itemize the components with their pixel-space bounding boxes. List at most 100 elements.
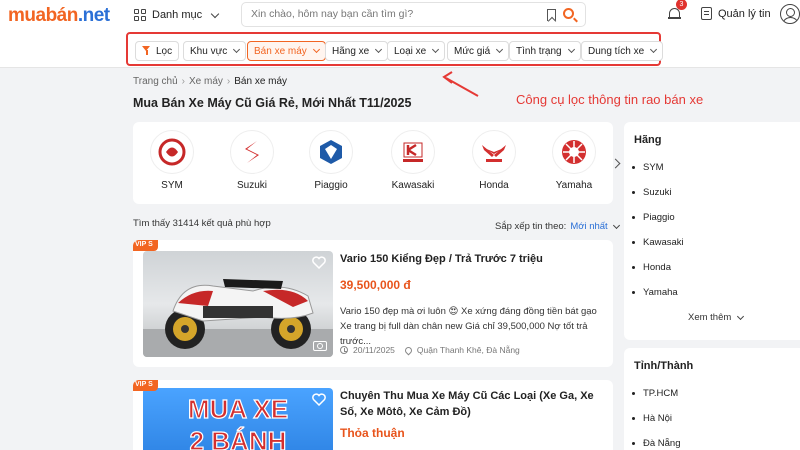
province-filter-item[interactable]: Hà Nội — [632, 406, 681, 431]
brand-filter-list: SYM Suzuki Piaggio Kawasaki Honda Yamaha — [632, 155, 684, 305]
bookmark-icon[interactable] — [547, 9, 556, 21]
vip-badge: VIP S — [133, 380, 158, 391]
see-more-label: Xem thêm — [688, 312, 732, 323]
search-box — [241, 2, 586, 27]
brand-item-honda[interactable]: Honda — [464, 130, 524, 191]
chip-label: Tình trạng — [516, 45, 562, 57]
chip-label: Khu vực — [190, 45, 228, 57]
brand-item-yamaha[interactable]: Yamaha — [544, 130, 604, 191]
chevron-down-icon — [737, 312, 745, 320]
brand-name: Yamaha — [555, 180, 593, 191]
logo-text-main: muabán — [8, 5, 78, 26]
brand-item-kawasaki[interactable]: Kawasaki — [383, 130, 443, 191]
province-filter-panel: Tỉnh/Thành TP.HCM Hà Nội Đà Nẵng — [624, 348, 800, 450]
listing-location: Quận Thanh Khê, Đà Nẵng — [416, 345, 520, 355]
brand-name: SYM — [161, 180, 183, 191]
filter-chip-region[interactable]: Khu vực — [183, 41, 247, 61]
brand-filter-panel: Hãng SYM Suzuki Piaggio Kawasaki Honda Y… — [624, 122, 800, 340]
location-pin-icon — [403, 345, 414, 355]
kawasaki-logo-icon — [391, 130, 435, 174]
category-label: Danh mục — [152, 9, 203, 21]
sort-control[interactable]: Sắp xếp tin theo: Mới nhất — [495, 221, 620, 232]
brand-filter-item[interactable]: Honda — [632, 255, 684, 280]
heart-icon[interactable] — [312, 256, 326, 269]
listing-price: Thỏa thuận — [340, 426, 405, 440]
chip-label: Bán xe máy — [254, 45, 307, 57]
heart-icon[interactable] — [312, 393, 326, 406]
funnel-icon — [142, 46, 151, 56]
camera-icon — [313, 341, 327, 351]
piaggio-logo-icon — [309, 130, 353, 174]
chevron-down-icon — [312, 45, 320, 54]
filter-button[interactable]: Lọc — [135, 41, 180, 61]
breadcrumb-current: Bán xe máy — [234, 76, 288, 87]
listing-title[interactable]: Chuyên Thu Mua Xe Máy Cũ Các Loại (Xe Ga… — [340, 388, 605, 420]
page-title: Mua Bán Xe Máy Cũ Giá Rẻ, Mới Nhất T11/2… — [133, 96, 412, 110]
province-filter-item[interactable]: Đà Nẵng — [632, 431, 681, 450]
top-header: muabán.net Danh mục 3 Quản lý tin Lọc Kh… — [0, 0, 800, 68]
chip-label: Hãng xe — [332, 45, 370, 57]
brand-filter-item[interactable]: Suzuki — [632, 180, 684, 205]
filter-chip-brand[interactable]: Hãng xe — [325, 41, 389, 61]
manage-label: Quản lý tin — [718, 7, 771, 20]
filter-chip-price[interactable]: Mức giá — [447, 41, 510, 61]
chevron-down-icon — [650, 45, 658, 54]
notification-badge: 3 — [676, 0, 687, 10]
listing-meta: 20/11/2025 Quận Thanh Khê, Đà Nẵng — [340, 345, 520, 355]
see-more-button[interactable]: Xem thêm — [688, 312, 745, 323]
chip-label: Dung tích xe — [588, 45, 645, 57]
motorbike-photo — [143, 279, 333, 357]
chevron-down-icon — [496, 45, 504, 54]
search-input[interactable] — [251, 8, 531, 20]
sort-value[interactable]: Mới nhất — [570, 221, 607, 232]
sort-label: Sắp xếp tin theo: — [495, 221, 567, 232]
filter-label: Lọc — [156, 45, 173, 57]
brand-filter-item[interactable]: Yamaha — [632, 280, 684, 305]
province-filter-item[interactable]: TP.HCM — [632, 381, 681, 406]
annotation-arrow-icon — [442, 71, 479, 97]
brand-carousel: SYM Suzuki Piaggio Kawasaki Honda Yamaha — [133, 122, 613, 204]
honda-logo-icon — [472, 130, 516, 174]
brand-name: Honda — [479, 180, 509, 191]
chevron-down-icon — [233, 45, 241, 54]
svg-text:2 BÁNH: 2 BÁNH — [190, 426, 287, 450]
annotation-text: Công cụ lọc thông tin rao bán xe — [516, 92, 704, 107]
chevron-down-icon — [612, 221, 620, 229]
brand-filter-item[interactable]: SYM — [632, 155, 684, 180]
breadcrumb: Trang chủ › Xe máy › Bán xe máy — [133, 76, 288, 87]
brand-item-sym[interactable]: SYM — [142, 130, 202, 191]
avatar[interactable] — [780, 4, 800, 24]
category-menu-button[interactable]: Danh mục — [134, 6, 220, 24]
brand-item-suzuki[interactable]: Suzuki — [222, 130, 282, 191]
listing-card[interactable]: MUA XE 2 BÁNH VIP S Chuyên Thu Mua Xe Má… — [133, 380, 613, 450]
search-icon[interactable] — [563, 8, 574, 19]
buy-bike-banner: MUA XE 2 BÁNH — [187, 393, 288, 450]
filter-chip-sell-motorbike[interactable]: Bán xe máy — [247, 41, 326, 61]
province-filter-list: TP.HCM Hà Nội Đà Nẵng — [632, 381, 681, 450]
brand-filter-item[interactable]: Piaggio — [632, 205, 684, 230]
brand-filter-item[interactable]: Kawasaki — [632, 230, 684, 255]
chip-label: Loại xe — [394, 45, 427, 57]
brand-item-piaggio[interactable]: Piaggio — [301, 130, 361, 191]
filter-chip-type[interactable]: Loại xe — [387, 41, 446, 61]
listing-image[interactable] — [143, 251, 333, 357]
grid-icon — [134, 9, 146, 21]
listing-title[interactable]: Vario 150 Kiểng Đẹp / Trả Trước 7 triệu — [340, 252, 605, 267]
brand-name: Kawasaki — [391, 180, 435, 191]
logo-text-domain: .net — [77, 5, 110, 26]
listing-card[interactable]: VIP S Vario 150 Kiểng Đẹp / Trả Trước 7 … — [133, 240, 613, 367]
filter-chip-engine-size[interactable]: Dung tích xe — [581, 41, 664, 61]
brand-name: Piaggio — [314, 180, 348, 191]
chevron-down-icon — [375, 45, 383, 54]
vip-badge: VIP S — [133, 240, 158, 251]
breadcrumb-home[interactable]: Trang chủ — [133, 76, 178, 87]
site-logo[interactable]: muabán.net — [8, 5, 110, 27]
filter-chip-condition[interactable]: Tình trạng — [509, 41, 581, 61]
manage-listings-button[interactable]: Quản lý tin — [701, 7, 771, 20]
brand-name: Suzuki — [236, 180, 267, 191]
breadcrumb-motorbike[interactable]: Xe máy — [189, 76, 223, 87]
results-count: Tìm thấy 31414 kết quả phù hợp — [133, 218, 271, 229]
svg-text:MUA XE: MUA XE — [188, 394, 288, 424]
listing-image[interactable]: MUA XE 2 BÁNH — [143, 388, 333, 450]
yamaha-logo-icon — [552, 130, 596, 174]
